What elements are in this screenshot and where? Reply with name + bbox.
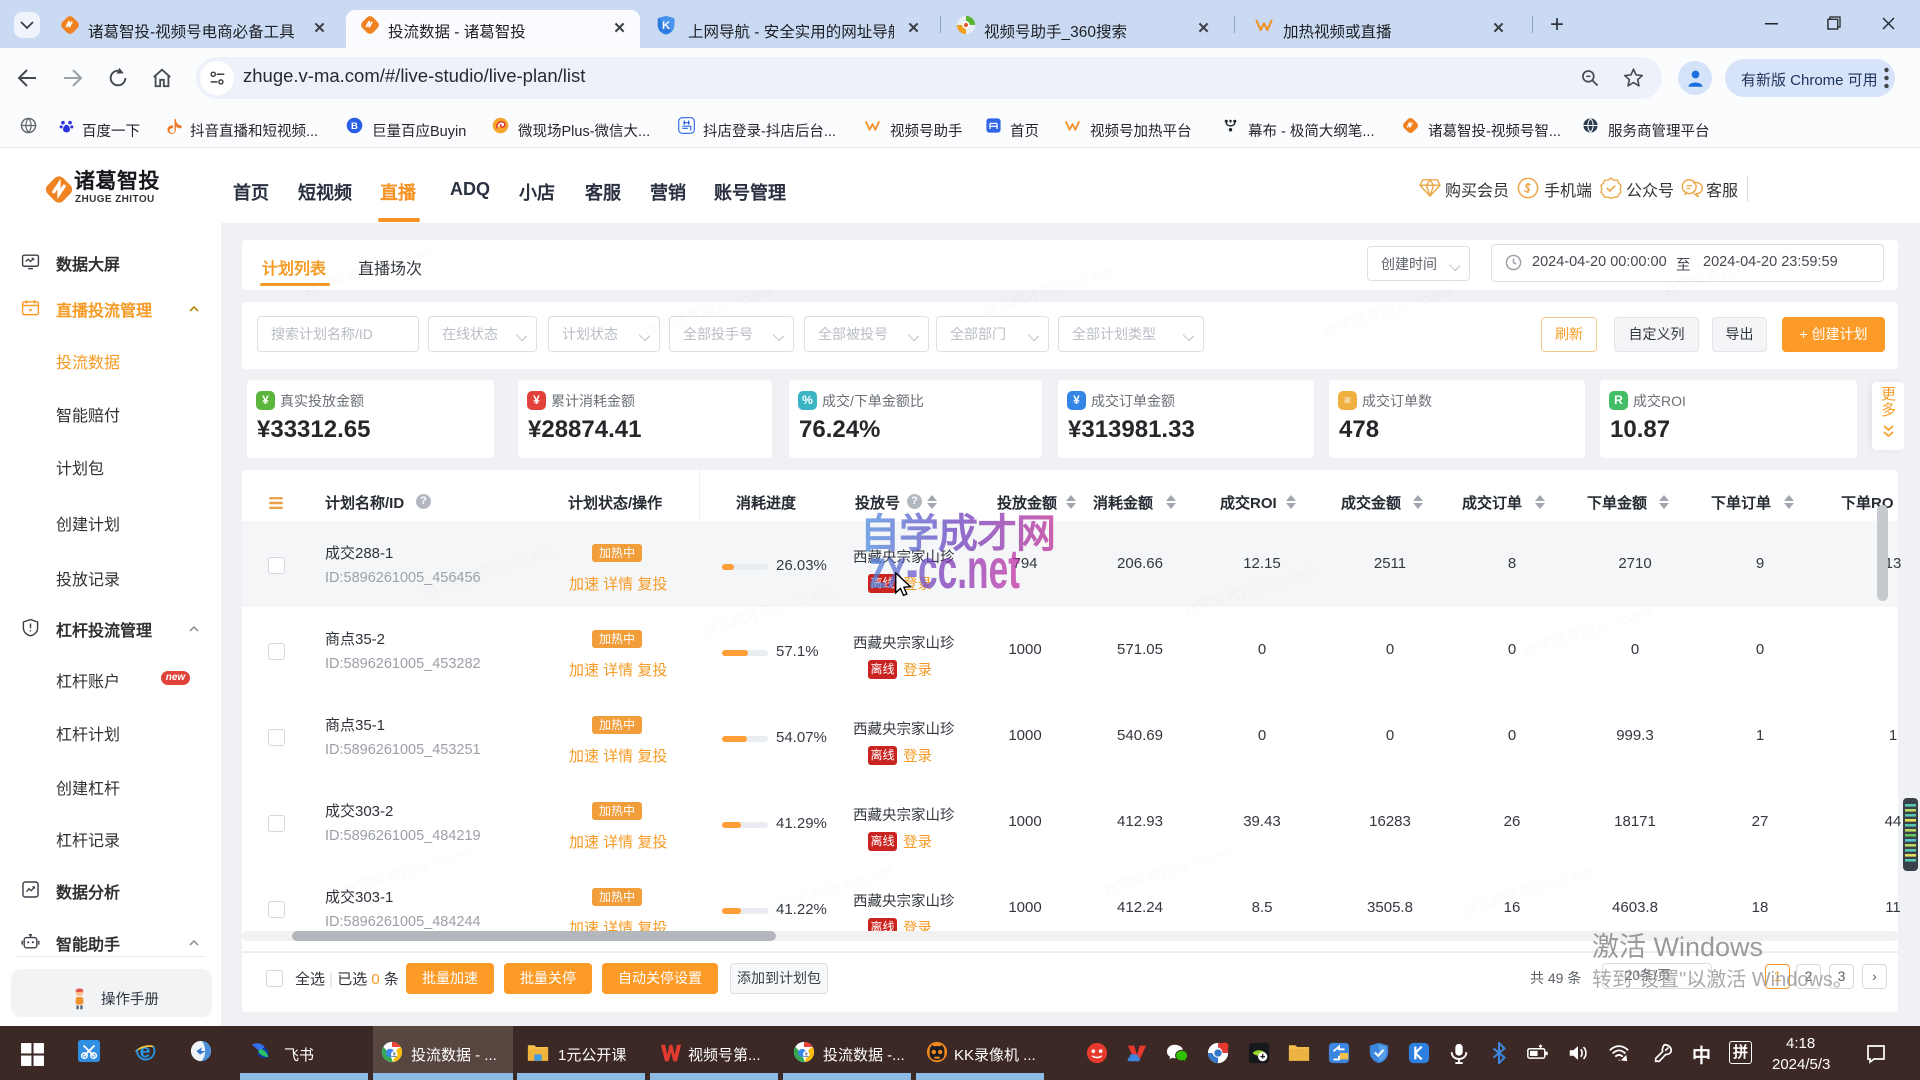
svg-text:B: B — [351, 121, 358, 132]
svg-text:K: K — [662, 20, 671, 32]
